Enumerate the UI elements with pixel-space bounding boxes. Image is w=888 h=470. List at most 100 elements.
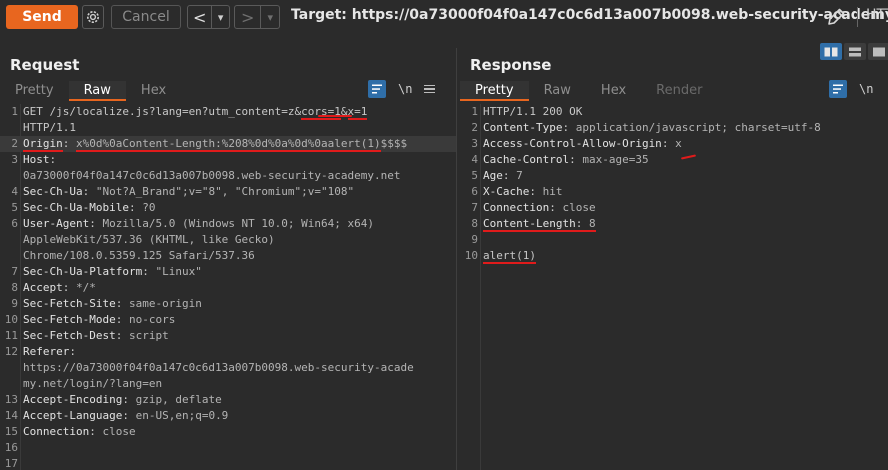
request-line: 15 Connection: close bbox=[0, 424, 456, 440]
request-line: 9 Sec-Fetch-Site: same-origin bbox=[0, 296, 456, 312]
line-text: Accept: */* bbox=[20, 280, 96, 296]
code-token: : bbox=[661, 137, 676, 150]
header-name: Sec-Fetch-Mode bbox=[23, 313, 116, 326]
top-toolbar: Send Cancel < ▾ > ▾ Target: https://0a73… bbox=[0, 0, 888, 34]
request-wrap-toggle[interactable] bbox=[368, 80, 386, 98]
header-value: Mozilla/5.0 (Windows NT 10.0; Win64; x64… bbox=[102, 217, 375, 230]
request-menu-icon[interactable] bbox=[424, 84, 436, 94]
header-name: Connection bbox=[23, 425, 90, 438]
line-text: Host: bbox=[20, 152, 56, 168]
line-text: Content-Type: application/javascript; ch… bbox=[480, 120, 821, 136]
line-text: Access-Control-Allow-Origin: x bbox=[480, 136, 682, 152]
header-value: close bbox=[102, 425, 136, 438]
response-tabs: Pretty Raw Hex Render bbox=[460, 81, 888, 101]
header-name: Origin bbox=[23, 137, 63, 152]
header-value: max-age=35 bbox=[582, 153, 649, 166]
word-wrap-icon bbox=[371, 84, 382, 94]
header-value: gzip, deflate bbox=[135, 393, 222, 406]
response-line: 1 HTTP/1.1 200 OK bbox=[460, 104, 888, 120]
code-token: : bbox=[569, 153, 583, 166]
code-token: HTTP/1.1 bbox=[23, 121, 76, 134]
edit-target-button[interactable] bbox=[826, 7, 846, 31]
header-name: Access-Control-Allow-Origin bbox=[483, 137, 662, 150]
response-tab-pretty[interactable]: Pretty bbox=[460, 81, 529, 101]
request-line: 1 GET /js/localize.js?lang=en?utm_content… bbox=[0, 104, 456, 120]
line-text: Chrome/108.0.5359.125 Safari/537.36 bbox=[20, 248, 255, 264]
request-line: 0HTTP/1.1 bbox=[0, 120, 456, 136]
response-line: 10 alert(1) bbox=[460, 248, 888, 264]
request-line: 8 Accept: */* bbox=[0, 280, 456, 296]
response-tab-hex[interactable]: Hex bbox=[586, 81, 641, 101]
request-line: 0https://0a73000f04f0a147c0c6d13a007b009… bbox=[0, 360, 456, 376]
code-token: x=1 bbox=[347, 105, 368, 120]
response-tab-render[interactable]: Render bbox=[641, 81, 717, 101]
header-value: ?0 bbox=[142, 201, 156, 214]
header-name: Sec-Ch-Ua-Mobile bbox=[23, 201, 129, 214]
line-number: 0 bbox=[0, 360, 20, 376]
line-text: Connection: close bbox=[480, 200, 596, 216]
request-tab-hex[interactable]: Hex bbox=[126, 81, 181, 101]
cancel-button[interactable]: Cancel bbox=[111, 5, 181, 29]
line-number: 15 bbox=[4, 425, 18, 438]
request-line: 10 Sec-Fetch-Mode: no-cors bbox=[0, 312, 456, 328]
header-name: Host bbox=[23, 153, 50, 166]
line-number: 6 bbox=[11, 217, 18, 230]
code-token: : bbox=[122, 409, 136, 422]
line-text: Age: 7 bbox=[480, 168, 523, 184]
response-wrap-toggle[interactable] bbox=[829, 80, 847, 98]
request-line: 7 Sec-Ch-Ua-Platform: "Linux" bbox=[0, 264, 456, 280]
header-name: Accept-Language bbox=[23, 409, 123, 422]
header-value: */* bbox=[76, 281, 96, 294]
target-url: Target: https://0a73000f04f0a147c0c6d13a… bbox=[291, 7, 888, 23]
response-tab-raw[interactable]: Raw bbox=[529, 81, 586, 101]
line-text: X-Cache: hit bbox=[480, 184, 562, 200]
code-token: alert(1) bbox=[483, 249, 536, 264]
line-number: 9 bbox=[471, 233, 478, 246]
line-text: User-Agent: Mozilla/5.0 (Windows NT 10.0… bbox=[20, 216, 374, 232]
line-number: 5 bbox=[471, 169, 478, 182]
line-text: HTTP/1.1 bbox=[20, 120, 76, 136]
http-version-label[interactable]: HTT bbox=[866, 7, 888, 23]
response-editor[interactable]: 1 HTTP/1.1 200 OK 2 Content-Type: applicati… bbox=[460, 104, 888, 470]
response-newline-toggle[interactable]: \n bbox=[859, 82, 873, 96]
word-wrap-icon bbox=[832, 84, 843, 94]
line-number: 11 bbox=[4, 329, 18, 342]
request-tab-raw[interactable]: Raw bbox=[68, 81, 126, 101]
header-value: 7 bbox=[516, 169, 523, 182]
request-tab-pretty[interactable]: Pretty bbox=[0, 81, 69, 101]
request-line: 16 bbox=[0, 440, 456, 456]
request-line: 0my.net/login/?lang=en bbox=[0, 376, 456, 392]
line-text: Sec-Ch-Ua-Mobile: ?0 bbox=[20, 200, 155, 216]
line-text: Origin: x%0d%0aContent-Length:%208%0d%0a… bbox=[20, 136, 407, 152]
line-text: HTTP/1.1 200 OK bbox=[480, 104, 582, 120]
header-name: Connection bbox=[483, 201, 550, 214]
request-editor[interactable]: 1 GET /js/localize.js?lang=en?utm_content… bbox=[0, 104, 456, 470]
line-text: Content-Length: 8 bbox=[480, 216, 596, 232]
forward-history-dropdown[interactable]: ▾ bbox=[261, 6, 279, 28]
code-token: : bbox=[502, 169, 517, 182]
request-tab-tools: \n bbox=[368, 80, 436, 98]
settings-gear-icon bbox=[87, 11, 99, 23]
header-value: x%0d%0aContent-Length:%208%0d%0a%0d%0aal… bbox=[76, 137, 381, 152]
send-button[interactable]: Send bbox=[6, 5, 78, 29]
request-newline-toggle[interactable]: \n bbox=[398, 82, 412, 96]
back-history-dropdown[interactable]: ▾ bbox=[212, 6, 229, 28]
code-token: : bbox=[128, 201, 143, 214]
code-token: : bbox=[115, 297, 129, 310]
code-token: : bbox=[575, 217, 589, 232]
line-number: 10 bbox=[4, 313, 18, 326]
code-token: : bbox=[89, 217, 103, 230]
forward-button[interactable]: > bbox=[235, 6, 260, 28]
line-text: 0a73000f04f0a147c0c6d13a007b0098.web-sec… bbox=[20, 168, 401, 184]
header-value: Chrome/108.0.5359.125 Safari/537.36 bbox=[23, 249, 255, 262]
settings-button[interactable] bbox=[82, 5, 104, 29]
line-number: 2 bbox=[471, 121, 478, 134]
request-title: Request bbox=[10, 56, 80, 74]
line-number: 8 bbox=[11, 281, 18, 294]
line-text bbox=[20, 456, 23, 470]
header-value: $$$$ bbox=[380, 137, 408, 150]
line-number: 5 bbox=[11, 201, 18, 214]
line-text: Sec-Fetch-Site: same-origin bbox=[20, 296, 202, 312]
pencil-edit-icon bbox=[828, 8, 845, 25]
back-button[interactable]: < bbox=[188, 6, 211, 28]
